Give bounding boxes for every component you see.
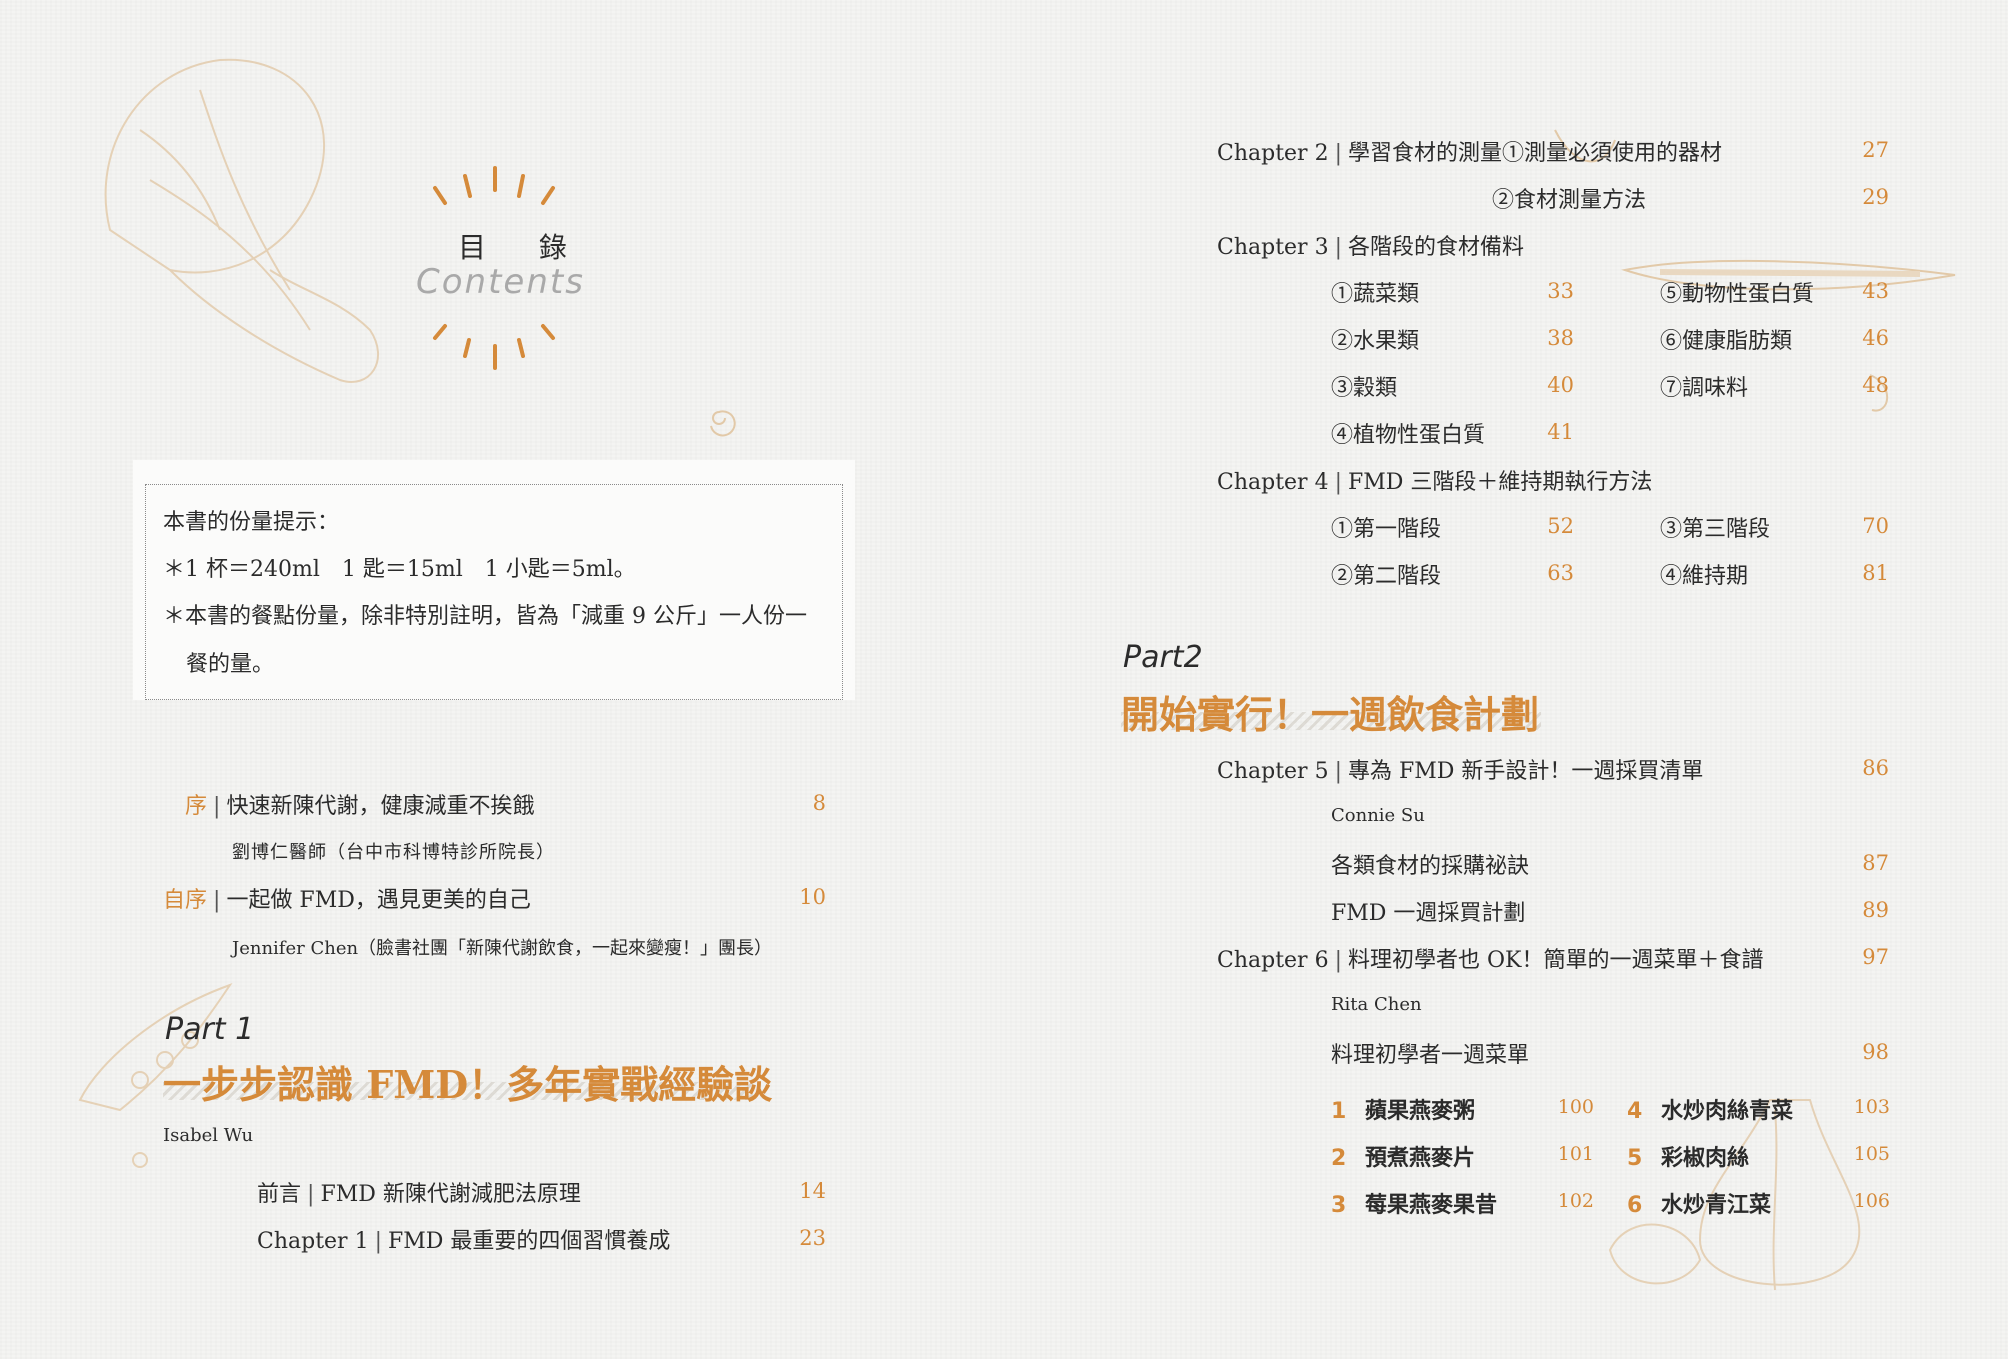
chapter-label: Chapter 4	[1217, 470, 1329, 495]
page-number: 103	[1853, 1096, 1890, 1118]
entry-title: FMD 最重要的四個習慣養成	[388, 1229, 671, 1254]
bokchoy-sketch-icon	[104, 58, 380, 383]
page-number: 81	[1862, 561, 1889, 585]
toc-sub-entry[interactable]: FMD 一週採買計劃	[1331, 895, 1525, 927]
chapter-author: Rita Chen	[1331, 994, 1422, 1015]
toc-sub-entry[interactable]: ⑥健康脂肪類	[1660, 323, 1792, 355]
toc-sub-entry[interactable]: ①第一階段	[1331, 511, 1441, 543]
entry-label: Chapter 1	[257, 1229, 369, 1254]
page-number: 14	[799, 1179, 826, 1203]
page-number: 38	[1547, 326, 1574, 350]
page-number: 27	[1862, 138, 1889, 162]
toc-sub-entry[interactable]: ③穀類	[1331, 370, 1397, 402]
chapter-title: FMD 三階段＋維持期執行方法	[1348, 470, 1653, 495]
page-number: 97	[1862, 945, 1889, 969]
page-number: 87	[1862, 851, 1889, 875]
toc-sub-entry[interactable]: ②水果類	[1331, 323, 1419, 355]
sunburst-bottom-icon	[433, 324, 555, 370]
recipe-entry[interactable]: 1 蘋果燕麥粥	[1331, 1093, 1475, 1125]
chapter-label: Chapter 6	[1217, 948, 1329, 973]
note-title: 本書的份量提示：	[163, 510, 340, 535]
toc-sub-entry[interactable]: ④植物性蛋白質	[1331, 417, 1485, 449]
page-number: 106	[1853, 1190, 1890, 1212]
preface-author: Jennifer Chen（臉書社團「新陳代謝飲食，一起來變瘦！」團長）	[232, 938, 773, 959]
part2-title: 開始實行！一週飲食計劃	[1121, 692, 1540, 737]
recipe-entry[interactable]: 5 彩椒肉絲	[1627, 1140, 1749, 1172]
page-number: 98	[1862, 1040, 1889, 1064]
preface-entry[interactable]: 自序 | 一起做 FMD，遇見更美的自己	[163, 882, 531, 914]
page-number: 8	[812, 791, 826, 815]
note-line: ＊1 杯＝240ml 1 匙＝15ml 1 小匙＝5ml。	[163, 557, 636, 582]
toc-sub-entry[interactable]: 料理初學者一週菜單	[1331, 1037, 1529, 1069]
page-number: 10	[799, 885, 826, 909]
recipe-entry[interactable]: 6 水炒青江菜	[1627, 1187, 1771, 1219]
page-number: 52	[1547, 514, 1574, 538]
chapter-label: Chapter 2	[1217, 141, 1329, 166]
page-number: 70	[1862, 514, 1889, 538]
contents-title-zh: 目 錄	[458, 231, 589, 264]
toc-sub-entry[interactable]: ⑦調味料	[1660, 370, 1748, 402]
part1-title: 一步步認識 FMD！多年實戰經驗談	[163, 1062, 773, 1107]
toc-sub-entry[interactable]: ③第三階段	[1660, 511, 1770, 543]
chapter-label: Chapter 3	[1217, 235, 1329, 260]
chapter-title: 學習食材的測量①測量必須使用的器材	[1348, 141, 1723, 166]
toc-sub-entry[interactable]: ②食材測量方法	[1492, 182, 1646, 214]
page-number: 40	[1547, 373, 1574, 397]
toc-entry[interactable]: Chapter 4 | FMD 三階段＋維持期執行方法	[1217, 464, 1652, 496]
page-number: 43	[1862, 279, 1889, 303]
note-line: ＊本書的餐點份量，除非特別註明，皆為「減重 9 公斤」一人份一	[163, 604, 807, 629]
toc-sub-entry[interactable]: ④維持期	[1660, 558, 1748, 590]
note-line: 餐的量。	[186, 652, 275, 677]
recipe-entry[interactable]: 3 莓果燕麥果昔	[1331, 1187, 1497, 1219]
page-number: 33	[1547, 279, 1574, 303]
chapter-title: 專為 FMD 新手設計！一週採買清單	[1348, 759, 1704, 784]
toc-entry[interactable]: Chapter 6 | 料理初學者也 OK！簡單的一週菜單＋食譜	[1217, 942, 1763, 974]
chapter-author: Connie Su	[1331, 805, 1425, 826]
toc-entry[interactable]: Chapter 3 | 各階段的食材備料	[1217, 229, 1524, 261]
page-number: 48	[1862, 373, 1889, 397]
chapter-label: Chapter 5	[1217, 759, 1329, 784]
page-number: 86	[1862, 756, 1889, 780]
page-number: 89	[1862, 898, 1889, 922]
toc-sub-entry[interactable]: ①蔬菜類	[1331, 276, 1419, 308]
page-number: 100	[1557, 1096, 1594, 1118]
chapter-title: 料理初學者也 OK！簡單的一週菜單＋食譜	[1348, 948, 1764, 973]
recipe-entry[interactable]: 2 預煮燕麥片	[1331, 1140, 1475, 1172]
page-number: 46	[1862, 326, 1889, 350]
preface-author: 劉博仁醫師（台中市科博特診所院長）	[232, 842, 555, 863]
toc-sub-entry[interactable]: 各類食材的採購祕訣	[1331, 848, 1529, 880]
page-number: 102	[1557, 1190, 1594, 1212]
chapter-title: 各階段的食材備料	[1348, 235, 1525, 260]
page-number: 101	[1557, 1143, 1594, 1165]
toc-entry[interactable]: Chapter 2 | 學習食材的測量①測量必須使用的器材	[1217, 135, 1722, 167]
recipe-entry[interactable]: 4 水炒肉絲青菜	[1627, 1093, 1793, 1125]
page-number: 41	[1547, 420, 1574, 444]
preface-entry[interactable]: 序 | 快速新陳代謝，健康減重不挨餓	[185, 788, 534, 820]
page-number: 29	[1862, 185, 1889, 209]
entry-label: 前言	[257, 1182, 302, 1207]
entry-title: FMD 新陳代謝減肥法原理	[320, 1182, 581, 1207]
spiral-icon	[710, 410, 736, 437]
preface-title: 快速新陳代謝，健康減重不挨餓	[226, 794, 535, 819]
toc-entry[interactable]: 前言 | FMD 新陳代謝減肥法原理	[257, 1176, 581, 1208]
toc-sub-entry[interactable]: ②第二階段	[1331, 558, 1441, 590]
toc-sub-entry[interactable]: ⑤動物性蛋白質	[1660, 276, 1814, 308]
page-number: 105	[1853, 1143, 1890, 1165]
part2-label: Part2	[1123, 640, 1203, 675]
contents-title-en: Contents	[416, 262, 585, 302]
preface-title: 一起做 FMD，遇見更美的自己	[226, 888, 531, 913]
page-number: 23	[799, 1226, 826, 1250]
toc-entry[interactable]: Chapter 5 | 專為 FMD 新手設計！一週採買清單	[1217, 753, 1703, 785]
sunburst-top-icon	[433, 166, 555, 205]
part1-label: Part 1	[165, 1012, 255, 1047]
page-number: 63	[1547, 561, 1574, 585]
preface-label: 自序	[163, 888, 208, 913]
toc-entry[interactable]: Chapter 1 | FMD 最重要的四個習慣養成	[257, 1223, 670, 1255]
part1-author: Isabel Wu	[163, 1125, 254, 1146]
preface-label: 序	[185, 794, 208, 819]
